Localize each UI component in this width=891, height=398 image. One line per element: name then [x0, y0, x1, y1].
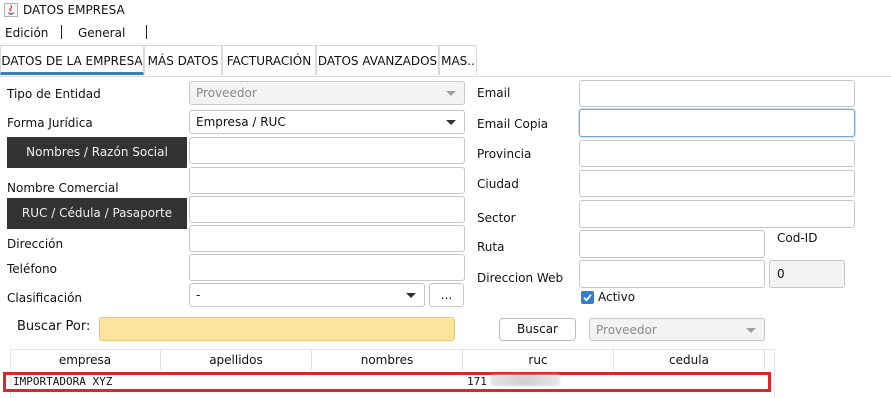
clasificacion-select[interactable]: - — [189, 283, 425, 307]
telefono-label: Teléfono — [7, 262, 57, 276]
cell-ruc: 171 — [467, 375, 487, 388]
title-bar — [0, 0, 891, 22]
ruta-input[interactable] — [579, 230, 765, 258]
column-header-cedula[interactable]: cedula — [614, 349, 765, 370]
check-icon — [583, 294, 592, 302]
column-header-ruc[interactable]: ruc — [463, 349, 614, 370]
ciudad-label: Ciudad — [477, 177, 519, 191]
provincia-label: Provincia — [477, 147, 532, 161]
chevron-down-icon — [446, 91, 456, 96]
ruc-cedula-pasaporte-button[interactable]: RUC / Cédula / Pasaporte — [7, 198, 187, 229]
forma-juridica-value: Empresa / RUC — [196, 115, 286, 129]
tipo-entidad-value: Proveedor — [196, 86, 257, 100]
ciudad-input[interactable] — [579, 170, 855, 197]
chevron-down-icon — [446, 120, 456, 125]
tab-datos-empresa[interactable]: DATOS DE LA EMPRESA — [0, 45, 144, 75]
menu-separator — [61, 25, 62, 39]
chevron-down-icon — [746, 328, 756, 333]
ruta-label: Ruta — [477, 240, 505, 254]
nombre-comercial-input[interactable] — [189, 167, 465, 194]
table-row[interactable] — [3, 372, 771, 392]
search-input[interactable] — [99, 317, 455, 341]
tab-mas[interactable]: MAS.. — [439, 45, 477, 75]
email-copia-label: Email Copia — [477, 117, 549, 131]
cod-id-label: Cod-ID — [777, 231, 818, 245]
nombres-input[interactable] — [189, 137, 465, 164]
tab-datos-avanzados[interactable]: DATOS AVANZADOS — [316, 45, 439, 75]
tab-facturacion[interactable]: FACTURACIÓN — [222, 45, 316, 75]
menu-edicion[interactable]: Edición — [5, 26, 48, 40]
email-copia-input[interactable] — [579, 109, 855, 137]
tipo-entidad-select[interactable]: Proveedor — [189, 81, 465, 105]
email-label: Email — [477, 86, 511, 100]
tipo-entidad-label: Tipo de Entidad — [7, 87, 101, 101]
buscar-button[interactable]: Buscar — [499, 318, 576, 341]
chevron-down-icon — [406, 293, 416, 298]
sector-input[interactable] — [579, 200, 855, 228]
nombre-comercial-label: Nombre Comercial — [7, 181, 119, 195]
window-title: DATOS EMPRESA — [23, 3, 125, 17]
sector-label: Sector — [477, 211, 516, 225]
menu-general[interactable]: General — [78, 26, 125, 40]
column-header-nombres[interactable]: nombres — [312, 349, 463, 370]
email-input[interactable] — [579, 80, 855, 107]
menu-bar — [0, 22, 891, 43]
direccion-web-input[interactable] — [579, 260, 765, 288]
nombres-razon-social-button[interactable]: Nombres / Razón Social — [7, 137, 187, 168]
buscar-por-label: Buscar Por: — [17, 319, 91, 334]
forma-juridica-select[interactable]: Empresa / RUC — [189, 110, 465, 134]
telefono-input[interactable] — [189, 254, 465, 281]
activo-checkbox[interactable] — [581, 291, 594, 304]
column-header-apellidos[interactable]: apellidos — [161, 349, 312, 370]
forma-juridica-label: Forma Jurídica — [7, 116, 93, 130]
redacted-value — [490, 375, 560, 386]
tab-mas-datos[interactable]: MÁS DATOS — [144, 45, 222, 75]
column-header-empresa[interactable]: empresa — [10, 349, 161, 370]
menu-separator — [146, 25, 147, 39]
search-filter-select[interactable]: Proveedor — [589, 318, 765, 341]
provincia-input[interactable] — [579, 140, 855, 167]
clasificacion-value: - — [196, 288, 201, 302]
cod-id-field: 0 — [769, 260, 845, 288]
direccion-label: Dirección — [7, 237, 64, 251]
activo-label: Activo — [598, 290, 636, 304]
cell-empresa: IMPORTADORA XYZ — [13, 375, 113, 388]
ruc-input[interactable] — [189, 196, 465, 223]
java-app-icon — [4, 3, 18, 17]
direccion-web-label: Direccion Web — [477, 271, 564, 285]
direccion-input[interactable] — [189, 225, 465, 252]
search-filter-value: Proveedor — [596, 323, 657, 337]
clasificacion-label: Clasificación — [7, 291, 83, 305]
clasificacion-more-button[interactable]: ... — [429, 283, 464, 307]
